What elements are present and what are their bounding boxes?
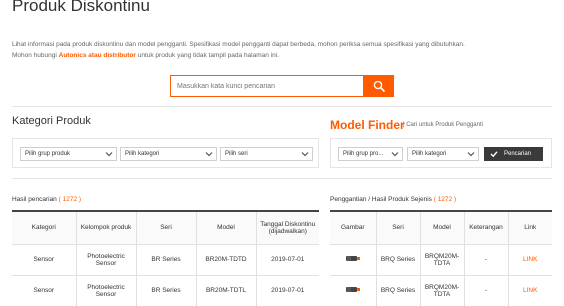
search-input[interactable]	[170, 75, 364, 97]
replacements-header-row: Gambar Seri Model Keterangan Link	[330, 211, 552, 244]
series-select-value: Pilih seri	[225, 151, 248, 157]
column-header: Tanggal Diskontinu (dijadwalkan)	[255, 211, 319, 244]
replacements-table: Gambar Seri Model Keterangan Link BRQ Se…	[330, 210, 552, 306]
table-cell: 2019-07-01	[255, 275, 319, 306]
table-cell: 2019-07-01	[255, 244, 319, 275]
table-cell: BR20M-TDTD	[195, 244, 256, 275]
product-group-select-value: Pilih grup produk	[25, 151, 71, 157]
results-count: ( 1272 )	[58, 196, 82, 203]
kategori-filter-panel: Pilih grup produk Pilih kategori Pilih s…	[12, 138, 319, 168]
product-link[interactable]: LINK	[507, 244, 552, 275]
mf-product-group-select-value: Pilih grup pro...	[343, 151, 384, 157]
chevron-down-icon	[105, 152, 113, 157]
page-title: Produk Diskontinu	[12, 0, 150, 15]
product-link[interactable]: LINK	[507, 275, 552, 306]
results-label-text: Hasil pencarian	[12, 196, 57, 203]
table-cell: Photoelectric Sensor	[75, 275, 136, 306]
chevron-down-icon	[205, 152, 213, 157]
results-header-row: Kategori Kelompok produk Seri Model Tang…	[12, 211, 319, 244]
replacements-label-text: Penggantian / Hasil Produk Sejenis	[330, 196, 432, 203]
intro-line-2-suffix: untuk produk yang tidak tampil pada hala…	[135, 52, 279, 59]
product-image-cell	[330, 244, 376, 275]
table-cell: BR Series	[135, 275, 196, 306]
search-bar	[170, 75, 394, 97]
divider	[12, 178, 552, 179]
table-row[interactable]: BRQ Series BRQM20M-TDTA - LINK	[330, 275, 552, 306]
table-cell: -	[463, 275, 508, 306]
chevron-down-icon	[467, 152, 475, 157]
table-cell: -	[463, 244, 508, 275]
table-cell: BR20M-TDTL	[195, 275, 256, 306]
category-select[interactable]: Pilih kategori	[120, 147, 217, 161]
search-button[interactable]	[364, 75, 394, 97]
column-header: Link	[507, 211, 552, 244]
table-cell: Sensor	[33, 287, 55, 295]
table-row[interactable]: Sensor Photoelectric Sensor BR Series BR…	[12, 275, 319, 306]
checkmark-icon	[490, 151, 498, 158]
column-header: Seri	[375, 211, 420, 244]
mf-category-select-value: Pilih kategori	[412, 151, 447, 157]
chevron-down-icon	[391, 152, 399, 157]
sensor-image	[345, 287, 360, 293]
category-select-value: Pilih kategori	[125, 151, 160, 157]
column-header: Seri	[135, 211, 196, 244]
series-select[interactable]: Pilih seri	[220, 147, 313, 161]
divider	[12, 106, 552, 107]
pencarian-button-label: Pencarian	[504, 151, 532, 157]
column-header: Keterangan	[463, 211, 508, 244]
mf-category-select[interactable]: Pilih kategori	[407, 147, 479, 161]
product-group-select[interactable]: Pilih grup produk	[20, 147, 117, 161]
table-cell: Photoelectric Sensor	[75, 244, 136, 275]
column-header: Model	[195, 211, 256, 244]
replacements-count: ( 1272 )	[433, 196, 457, 203]
intro-line-2-prefix: Mohon hubungi	[12, 52, 59, 59]
column-header: Kelompok produk	[75, 211, 136, 244]
mf-product-group-select[interactable]: Pilih grup pro...	[338, 147, 403, 161]
model-finder-title: Model Finder	[330, 118, 405, 132]
table-cell: BRQM20M-TDTA	[419, 244, 464, 275]
replacements-label: Penggantian / Hasil Produk Sejenis ( 127…	[330, 196, 456, 203]
distributor-link[interactable]: Autonics atau distributor	[59, 52, 136, 59]
intro-line-1: Lihat informasi pada produk diskontinu d…	[12, 41, 465, 48]
table-cell: BR Series	[135, 244, 196, 275]
column-header: Gambar	[341, 224, 365, 232]
kategori-title: Kategori Produk	[12, 115, 91, 127]
sensor-image	[345, 256, 360, 261]
results-label: Hasil pencarian ( 1272 )	[12, 196, 81, 203]
table-cell: BRQ Series	[375, 275, 420, 306]
table-cell: BRQM20M-TDTA	[419, 275, 464, 306]
model-finder-panel: Pilih grup pro... Pilih kategori Pencari…	[330, 138, 552, 168]
table-row[interactable]: Sensor Photoelectric Sensor BR Series BR…	[12, 244, 319, 275]
table-cell: Sensor	[33, 256, 55, 263]
table-cell: BRQ Series	[375, 244, 420, 275]
pencarian-button[interactable]: Pencarian	[484, 147, 543, 161]
table-row[interactable]: BRQ Series BRQM20M-TDTA - LINK	[330, 244, 552, 275]
product-image-cell	[330, 275, 376, 306]
search-icon	[373, 80, 385, 92]
results-table: Kategori Kelompok produk Seri Model Tang…	[12, 210, 319, 306]
column-header: Model	[419, 211, 464, 244]
column-header: Kategori	[31, 224, 56, 232]
intro-line-2: Mohon hubungi Autonics atau distributor …	[12, 50, 465, 61]
model-finder-subtitle: | Cari untuk Produk Pengganti	[403, 122, 483, 128]
intro-text: Lihat informasi pada produk diskontinu d…	[12, 39, 465, 61]
chevron-down-icon	[301, 152, 309, 157]
